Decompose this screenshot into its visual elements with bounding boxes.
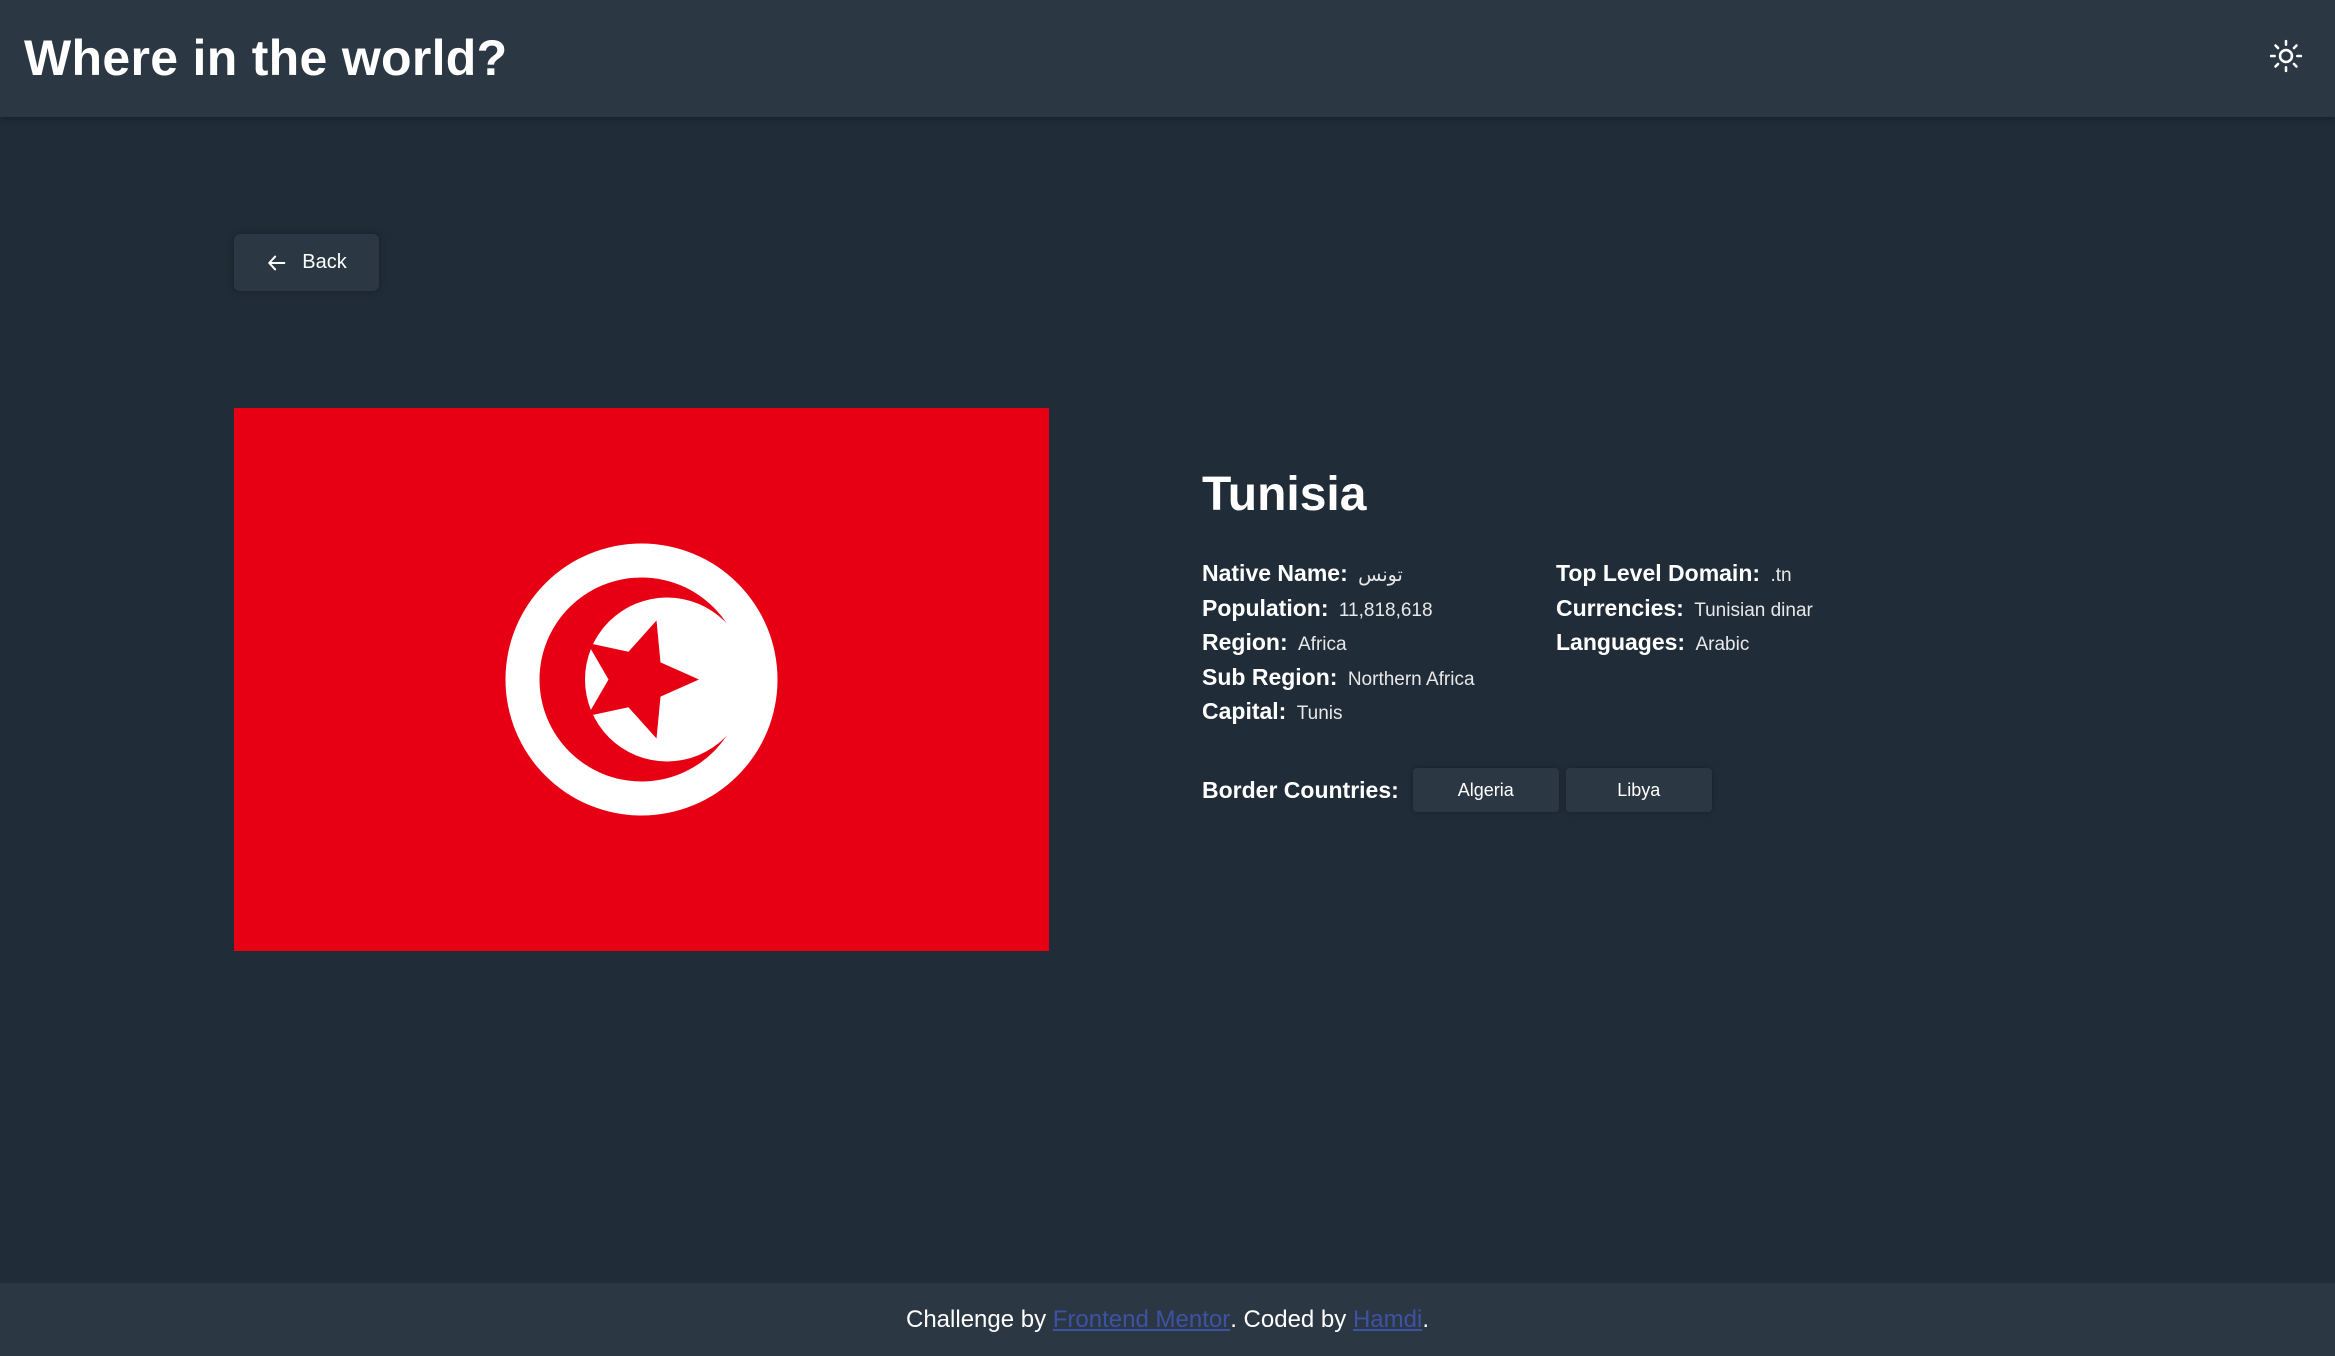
footer-middle: . Coded by bbox=[1230, 1305, 1347, 1333]
back-button[interactable]: Back bbox=[234, 234, 379, 291]
capital-label: Capital: bbox=[1202, 698, 1287, 724]
population-value: 11,818,618 bbox=[1338, 599, 1433, 621]
header: Where in the world? bbox=[0, 0, 2335, 117]
country-info-right: Top Level Domain: .tn Currencies: Tunisi… bbox=[1556, 556, 1813, 660]
region-row: Region: Africa bbox=[1202, 625, 1475, 660]
frontend-mentor-link[interactable]: Frontend Mentor bbox=[1053, 1306, 1230, 1334]
footer: Challenge by Frontend Mentor. Coded by H… bbox=[0, 1283, 2335, 1356]
native-name-label: Native Name: bbox=[1202, 560, 1348, 586]
native-name-value: تونس bbox=[1358, 565, 1403, 586]
border-countries-label: Border Countries: bbox=[1202, 776, 1399, 803]
sub-region-row: Sub Region: Northern Africa bbox=[1202, 660, 1475, 695]
top-level-domain-label: Top Level Domain: bbox=[1556, 560, 1761, 586]
native-name-row: Native Name: تونس bbox=[1202, 556, 1475, 591]
capital-value: Tunis bbox=[1296, 703, 1343, 724]
border-country-button-algeria[interactable]: Algeria bbox=[1412, 768, 1559, 812]
sun-icon bbox=[2269, 39, 2303, 73]
currencies-label: Currencies: bbox=[1556, 594, 1684, 621]
country-info-left: Native Name: تونس Population: 11,818,618… bbox=[1202, 556, 1475, 729]
back-button-label: Back bbox=[302, 251, 347, 273]
population-label: Population: bbox=[1202, 594, 1329, 621]
languages-row: Languages: Arabic bbox=[1556, 625, 1813, 660]
currencies-row: Currencies: Tunisian dinar bbox=[1556, 591, 1813, 626]
arrow-left-icon bbox=[268, 255, 286, 270]
border-countries: Border Countries: Algeria Libya bbox=[1202, 768, 1719, 812]
languages-label: Languages: bbox=[1556, 629, 1686, 655]
country-flag bbox=[234, 408, 1049, 951]
tunisia-flag bbox=[234, 408, 1049, 951]
top-level-domain-row: Top Level Domain: .tn bbox=[1556, 556, 1813, 591]
border-country-button-libya[interactable]: Libya bbox=[1565, 768, 1712, 812]
sub-region-value: Northern Africa bbox=[1347, 668, 1475, 690]
top-level-domain-value: .tn bbox=[1770, 565, 1792, 586]
currencies-value: Tunisian dinar bbox=[1694, 599, 1813, 621]
page: Where in the world? Back Tunisia Native … bbox=[0, 0, 2335, 1356]
footer-suffix: . bbox=[1422, 1305, 1429, 1333]
region-label: Region: bbox=[1202, 629, 1288, 655]
sub-region-label: Sub Region: bbox=[1202, 663, 1338, 690]
region-value: Africa bbox=[1298, 634, 1347, 655]
footer-prefix: Challenge by bbox=[906, 1305, 1047, 1333]
theme-toggle-button[interactable] bbox=[2266, 36, 2306, 76]
languages-value: Arabic bbox=[1695, 634, 1750, 655]
country-name: Tunisia bbox=[1202, 468, 1367, 521]
population-row: Population: 11,818,618 bbox=[1202, 591, 1475, 626]
author-link[interactable]: Hamdi bbox=[1353, 1306, 1422, 1334]
capital-row: Capital: Tunis bbox=[1202, 694, 1475, 729]
app-title: Where in the world? bbox=[24, 30, 508, 86]
